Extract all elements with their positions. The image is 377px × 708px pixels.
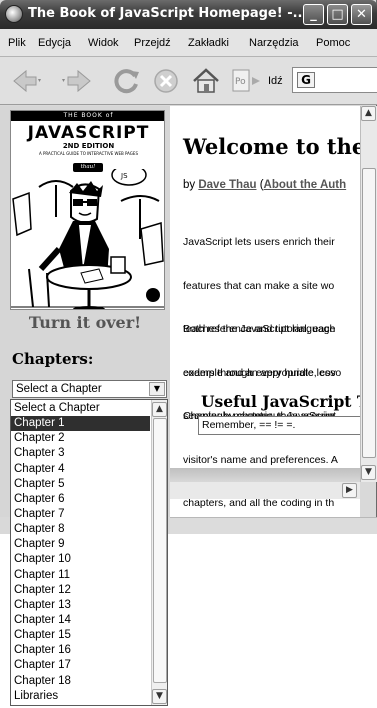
dropdown-option[interactable]: Chapter 17 [11, 658, 150, 673]
book-cover-image[interactable]: THE BOOK of JAVASCRIPT 2ND EDITION A PRA… [10, 110, 165, 310]
tip-text: Remember, == != =. [202, 419, 296, 431]
dropdown-option[interactable]: Chapter 2 [11, 431, 150, 446]
menu-bookmarks[interactable]: Zakładki [188, 37, 229, 49]
dropdown-option[interactable]: Chapter 8 [11, 522, 150, 537]
page-heading: Welcome to the [183, 134, 360, 159]
chevron-down-icon[interactable]: ▼ [149, 382, 165, 396]
dropdown-option[interactable]: Chapter 10 [11, 552, 150, 567]
menu-bar: Plik Edycja Widok Przejdź Zakładki Narzę… [0, 29, 377, 57]
dropdown-option[interactable]: Chapter 1 [11, 416, 150, 432]
dropdown-option[interactable]: Chapter 13 [11, 598, 150, 613]
page-bottom-shade [170, 468, 360, 482]
chapter-dropdown-list[interactable]: Select a Chapter Chapter 1 Chapter 2 Chapte… [10, 399, 168, 706]
status-bar [170, 517, 377, 534]
dropdown-option[interactable]: Chapter 9 [11, 537, 150, 552]
dropdown-scroll-up-icon[interactable]: ▲ [152, 402, 167, 417]
vertical-scrollbar[interactable]: ▲ ▼ [360, 106, 377, 482]
byline-paren: ( [256, 179, 264, 191]
search-engine-icon[interactable]: G [297, 72, 315, 88]
home-icon[interactable] [190, 65, 222, 97]
dropdown-scrollbar[interactable]: ▲ ▼ [151, 400, 167, 705]
title-bar[interactable]: The Book of JavaScript Homepage! -... _ … [0, 0, 377, 29]
dropdown-option[interactable]: Chapter 16 [11, 643, 150, 658]
cover-title: JAVASCRIPT [27, 123, 150, 143]
dropdown-scroll-down-icon[interactable]: ▼ [152, 689, 167, 704]
chapter-select[interactable]: Select a Chapter ▼ [12, 380, 167, 398]
dropdown-option[interactable]: Chapter 12 [11, 583, 150, 598]
dropdown-option[interactable]: Chapter 5 [11, 477, 150, 492]
dropdown-option[interactable]: Chapter 3 [11, 446, 150, 461]
tip-textbox[interactable]: Remember, == != =. [198, 416, 360, 435]
cover-edition: 2ND EDITION [62, 142, 115, 150]
dropdown-scroll-thumb[interactable] [153, 418, 167, 683]
menu-view[interactable]: Widok [88, 37, 119, 49]
cover-subtitle: A PRACTICAL GUIDE TO INTERACTIVE WEB PAG… [39, 151, 138, 156]
stop-icon[interactable] [152, 67, 180, 95]
menu-help[interactable]: Pomoc [316, 37, 350, 49]
description-line: example and an appropriate lesso [183, 366, 342, 379]
intro-line: JavaScript lets users enrich their [183, 236, 335, 248]
svg-text:JS: JS [120, 172, 128, 180]
back-icon[interactable] [10, 67, 42, 95]
dropdown-option[interactable]: Chapter 14 [11, 613, 150, 628]
scroll-down-icon[interactable]: ▼ [361, 465, 376, 480]
window-title: The Book of JavaScript Homepage! -... [28, 6, 308, 21]
page-icon[interactable]: Po [230, 67, 264, 95]
dropdown-option[interactable]: Chapter 15 [11, 628, 150, 643]
description-line: Both reference and tutorial, each [183, 323, 336, 335]
maximize-icon[interactable]: □ [327, 4, 348, 25]
scroll-up-icon[interactable]: ▲ [361, 106, 376, 121]
vertical-scroll-thumb[interactable] [362, 168, 376, 458]
useful-tips-heading: Useful JavaScript T [201, 392, 360, 411]
description-line: visitor's name and preferences. A [183, 453, 338, 466]
minimize-icon[interactable]: _ [303, 4, 324, 25]
chapters-heading: Chapters: [12, 350, 94, 368]
dropdown-option[interactable]: Chapter 4 [11, 462, 150, 477]
byline-prefix: by [183, 179, 199, 191]
cover-top-line: THE BOOK of [11, 111, 164, 121]
dropdown-option[interactable]: Chapter 6 [11, 492, 150, 507]
dropdown-option[interactable]: Chapter 7 [11, 507, 150, 522]
horizontal-scrollbar[interactable]: ▶ [170, 482, 360, 499]
author-link[interactable]: Dave Thau [198, 179, 256, 191]
forward-icon[interactable] [62, 67, 94, 95]
cover-illustration: JS [11, 169, 164, 309]
menu-go[interactable]: Przejdź [134, 37, 171, 49]
menu-edit[interactable]: Edycja [38, 37, 71, 49]
chapter-select-value: Select a Chapter [16, 383, 102, 395]
menu-file[interactable]: Plik [8, 37, 26, 49]
dropdown-option[interactable]: Select a Chapter [11, 401, 150, 416]
go-label[interactable]: Idź [268, 75, 283, 87]
dropdown-option[interactable]: Libraries [11, 689, 150, 704]
reload-icon[interactable] [112, 66, 142, 96]
close-icon[interactable]: ✕ [351, 4, 372, 25]
menu-tools[interactable]: Narzędzia [249, 37, 299, 49]
main-content: Welcome to the by Dave Thau (About the A… [170, 106, 360, 517]
svg-text:Po: Po [235, 77, 246, 87]
dropdown-options: Select a Chapter Chapter 1 Chapter 2 Chapte… [11, 401, 150, 704]
browser-logo-icon [5, 5, 23, 23]
dropdown-option[interactable]: Chapter 11 [11, 568, 150, 583]
turn-it-over-link[interactable]: Turn it over! [0, 313, 170, 332]
byline: by Dave Thau (About the Auth [183, 179, 346, 191]
about-author-link[interactable]: About the Auth [264, 179, 347, 191]
dropdown-option[interactable]: Chapter 18 [11, 674, 150, 689]
intro-line: features that can make a site wo [183, 279, 335, 292]
scroll-right-icon[interactable]: ▶ [342, 483, 357, 498]
navigation-toolbar: Po Idź G [0, 57, 377, 105]
address-field[interactable]: G [292, 67, 377, 93]
